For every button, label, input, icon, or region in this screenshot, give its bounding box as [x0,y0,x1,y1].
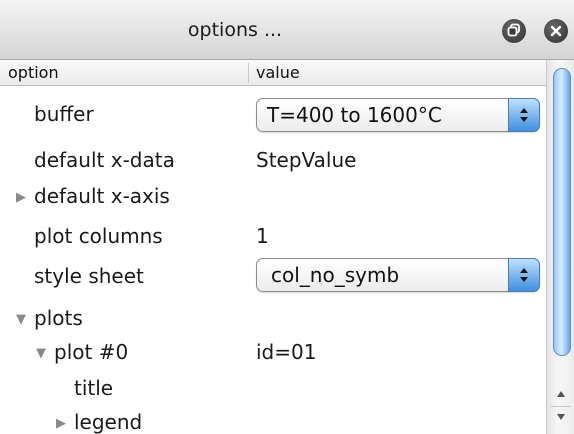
disclosure-expanded-icon[interactable]: ▼ [16,312,26,327]
option-label: title [74,376,114,400]
option-row-plot-0[interactable]: ▼ plot #0 id=01 [0,340,546,368]
select-arrows-icon [508,258,540,292]
option-label: plots [34,306,83,330]
option-row-plot-columns[interactable]: plot columns 1 [0,224,546,252]
buffer-select[interactable]: T=400 to 1600°C [256,98,540,132]
disclosure-expanded-icon[interactable]: ▼ [36,346,46,361]
arrow-down-icon [557,413,565,420]
option-label: default x-data [34,148,175,172]
column-header-value[interactable]: value [256,60,300,86]
restore-icon [507,22,521,41]
option-row-title[interactable]: title [0,376,546,404]
option-label: style sheet [34,264,144,288]
scrollbar-thumb[interactable] [553,68,571,356]
close-button[interactable] [544,19,568,43]
option-row-default-x-axis[interactable]: ▶ default x-axis [0,184,546,212]
option-row-style-sheet[interactable]: style sheet col_no_symb [0,256,546,294]
option-label: buffer [34,102,94,126]
option-label: plot #0 [54,340,129,364]
option-label: plot columns [34,224,163,248]
close-icon [550,22,562,41]
disclosure-collapsed-icon[interactable]: ▶ [16,190,26,205]
arrow-up-icon [557,391,565,397]
vertical-scrollbar[interactable] [546,60,574,434]
title-bar[interactable]: options ... [0,0,574,60]
column-divider [248,63,249,83]
option-value: StepValue [256,148,357,172]
window-title: options ... [187,19,283,41]
option-row-legend[interactable]: ▶ legend [0,410,546,434]
option-value: 1 [256,224,269,248]
option-value: id=01 [256,340,317,364]
option-label: default x-axis [34,184,170,208]
restore-button[interactable] [502,19,526,43]
style-sheet-select-value: col_no_symb [271,263,400,287]
options-tree: buffer T=400 to 1600°C default x-data St… [0,86,546,434]
column-header: option value [0,60,546,86]
option-row-plots[interactable]: ▼ plots [0,306,546,334]
scroll-up-button[interactable] [551,384,571,404]
scroll-down-button[interactable] [551,406,571,426]
column-header-option[interactable]: option [8,60,59,86]
style-sheet-select[interactable]: col_no_symb [256,258,540,292]
select-arrows-icon [508,98,540,132]
option-row-buffer[interactable]: buffer T=400 to 1600°C [0,98,546,136]
options-panel: options ... option value buffer T=400 to… [0,0,574,434]
option-label: legend [74,410,143,434]
disclosure-collapsed-icon[interactable]: ▶ [56,416,66,431]
buffer-select-value: T=400 to 1600°C [267,103,442,127]
option-row-default-x-data[interactable]: default x-data StepValue [0,148,546,176]
